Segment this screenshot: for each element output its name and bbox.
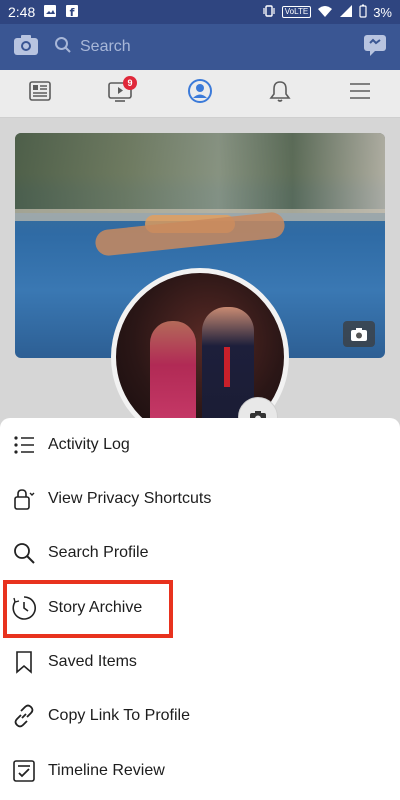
menu-item-copy-link-to-profile[interactable]: Copy Link To Profile — [0, 689, 400, 743]
tab-menu[interactable] — [340, 74, 380, 114]
tab-news-feed[interactable] — [20, 74, 60, 114]
story-archive-highlight — [3, 580, 173, 638]
facebook-notification-icon: f — [65, 4, 79, 21]
wifi-icon — [317, 4, 333, 21]
watch-badge: 9 — [123, 75, 137, 90]
menu-item-activity-log[interactable]: Activity Log — [0, 418, 400, 472]
search-icon — [0, 541, 48, 565]
menu-item-saved-items[interactable]: Saved Items — [0, 635, 400, 689]
menu-item-label: Search Profile — [48, 544, 149, 561]
menu-item-search-profile[interactable]: Search Profile — [0, 526, 400, 580]
menu-item-label: Copy Link To Profile — [48, 707, 190, 724]
review-icon — [0, 759, 48, 783]
signal-icon — [339, 4, 353, 21]
battery-icon — [359, 4, 367, 21]
edit-cover-camera-icon[interactable] — [343, 321, 375, 347]
status-time: 2:48 — [8, 4, 36, 20]
volte-badge: VoLTE — [281, 6, 312, 18]
menu-icon — [348, 81, 372, 106]
tab-notifications[interactable] — [260, 74, 300, 114]
svg-text:f: f — [70, 6, 75, 18]
menu-item-label: View Privacy Shortcuts — [48, 490, 212, 507]
notifications-icon — [269, 79, 291, 108]
bookmark-icon — [0, 650, 48, 674]
battery-level: 3% — [373, 4, 392, 20]
menu-item-label: Timeline Review — [48, 762, 165, 779]
menu-item-label: Saved Items — [48, 653, 137, 670]
profile-icon — [187, 78, 213, 109]
tab-bar: 9 — [0, 70, 400, 118]
search-icon — [54, 36, 72, 59]
tab-profile[interactable] — [180, 74, 220, 114]
camera-icon[interactable] — [12, 33, 40, 62]
menu-item-view-privacy-shortcuts[interactable]: View Privacy Shortcuts — [0, 472, 400, 526]
status-bar: 2:48 f VoLTE 3% — [0, 0, 400, 24]
link-icon — [0, 704, 48, 728]
menu-item-timeline-review[interactable]: Timeline Review — [0, 744, 400, 798]
tab-watch[interactable]: 9 — [100, 74, 140, 114]
lock-icon — [0, 487, 48, 511]
messenger-icon[interactable] — [362, 33, 388, 62]
search-input[interactable]: Search — [54, 32, 344, 62]
news-feed-icon — [28, 80, 52, 107]
search-placeholder: Search — [80, 38, 131, 55]
image-notification-icon — [43, 4, 57, 21]
vibrate-icon — [262, 4, 276, 21]
top-bar: Search — [0, 24, 400, 70]
list-icon — [0, 435, 48, 455]
menu-item-label: Activity Log — [48, 436, 130, 453]
